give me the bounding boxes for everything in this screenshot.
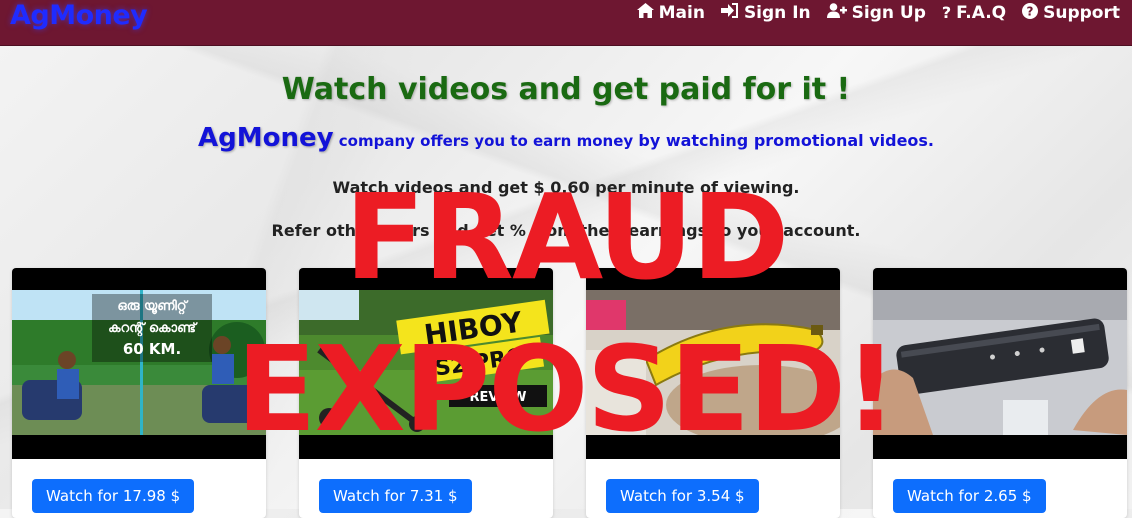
hero-sub-brand: AgMoney xyxy=(197,123,334,153)
home-icon xyxy=(636,3,654,22)
question-mark-icon: ? xyxy=(941,3,952,22)
video-thumbnail[interactable] xyxy=(873,268,1127,459)
hero-sub-text: company offers you to earn money xyxy=(333,132,639,150)
video-card: Watch for 3.54 $ xyxy=(586,268,840,518)
watch-video-button[interactable]: Watch for 17.98 $ xyxy=(32,479,195,513)
scanner-thumbnail-image xyxy=(873,290,1127,435)
hero-subline: AgMoney company offers you to earn money… xyxy=(0,123,1132,153)
hero-headline: Watch videos and get paid for it ! xyxy=(281,72,851,107)
svg-text:?: ? xyxy=(1027,4,1034,18)
nav-sign-in-link[interactable]: Sign In xyxy=(720,2,811,23)
hero-refer-text: Refer other users and get % from their e… xyxy=(271,221,861,240)
nav-menu: Main Sign In Sign Up ? F.A.Q ? Support xyxy=(636,0,1120,25)
nav-faq-label: F.A.Q xyxy=(956,2,1007,23)
video-thumbnail[interactable] xyxy=(586,268,840,459)
watch-video-button[interactable]: Watch for 7.31 $ xyxy=(319,479,472,513)
nav-main-label: Main xyxy=(658,2,705,23)
thumb-caption-line: ഒരു യൂണിറ്റ് xyxy=(117,298,188,315)
nav-sign-up-link[interactable]: Sign Up xyxy=(826,2,926,23)
top-navbar: AgMoney Main Sign In Sign Up ? F.A.Q ? S… xyxy=(0,0,1132,46)
video-card: HIBOY S2 PRO REVIEW Watch for 7.31 $ xyxy=(299,268,553,518)
thumb-caption-line: REVIEW xyxy=(469,390,526,405)
scooter-thumbnail-image: ഒരു യൂണിറ്റ് കറന്റ് കൊണ്ട് 60 KM. xyxy=(12,290,266,435)
banana-thumbnail-image xyxy=(586,290,840,435)
nav-sign-in-label: Sign In xyxy=(743,2,811,23)
brand-logo[interactable]: AgMoney xyxy=(10,0,148,31)
thumb-caption-line: കറന്റ് കൊണ്ട് xyxy=(108,321,198,336)
nav-support-link[interactable]: ? Support xyxy=(1022,2,1120,23)
video-card: ഒരു യൂണിറ്റ് കറന്റ് കൊണ്ട് 60 KM. Watch … xyxy=(12,268,266,518)
video-card: Watch for 2.65 $ xyxy=(873,268,1127,518)
nav-faq-link[interactable]: ? F.A.Q xyxy=(942,3,1006,23)
user-plus-icon xyxy=(826,3,847,22)
watch-video-button[interactable]: Watch for 3.54 $ xyxy=(606,479,759,513)
nav-main-link[interactable]: Main xyxy=(636,2,705,23)
nav-sign-up-label: Sign Up xyxy=(851,2,926,23)
question-circle-icon: ? xyxy=(1022,2,1039,23)
video-thumbnail[interactable]: ഒരു യൂണിറ്റ് കറന്റ് കൊണ്ട് 60 KM. xyxy=(12,268,266,459)
watch-video-button[interactable]: Watch for 2.65 $ xyxy=(893,479,1046,513)
sign-in-icon xyxy=(720,3,739,22)
video-thumbnail[interactable]: HIBOY S2 PRO REVIEW xyxy=(299,268,553,459)
hero-rate-text: Watch videos and get $ 0.60 per minute o… xyxy=(332,178,800,197)
thumb-caption-line: 60 KM. xyxy=(123,340,181,358)
nav-support-label: Support xyxy=(1043,2,1120,23)
hiboy-thumbnail-image: HIBOY S2 PRO REVIEW xyxy=(299,290,553,435)
hero-sub-strong: by watching promotional videos. xyxy=(638,131,935,150)
